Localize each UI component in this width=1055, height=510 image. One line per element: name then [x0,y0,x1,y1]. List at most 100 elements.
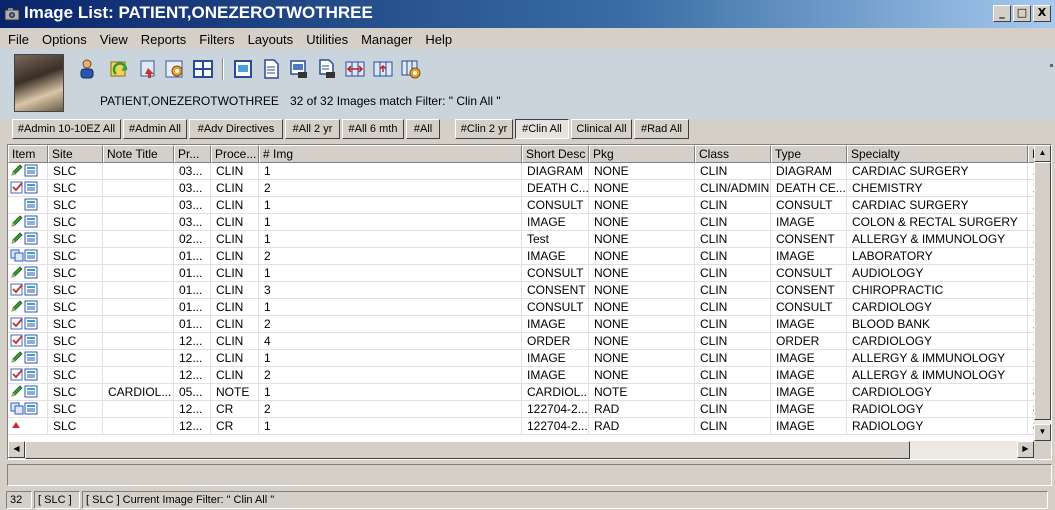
menu-file[interactable]: File [2,32,36,47]
table-row[interactable]: SLC CARDIOL... 05... NOTE 1 CARDIOL... NOTE CLI… [8,384,1034,401]
vertical-scroll-thumb[interactable] [1034,162,1051,420]
item-cell[interactable] [8,367,48,384]
column-header-short-desc[interactable]: Short Desc [522,145,589,163]
expand-columns-icon[interactable] [372,58,394,80]
column-header-specialty[interactable]: Specialty [847,145,1028,163]
column-settings-icon[interactable] [400,58,422,80]
table-row[interactable]: SLC 03... CLIN 1 IMAGE NONE CLIN IMAGE COLON & R… [8,214,1034,231]
table-row[interactable]: SLC 01... CLIN 2 IMAGE NONE CLIN IMAGE BLOOD BAN… [8,316,1034,333]
column-header-type[interactable]: Type [771,145,847,163]
table-row[interactable]: SLC 12... CR 2 122704-2... RAD CLIN IMAGE RADIOL… [8,401,1034,418]
desc-cell: CONSULT [522,299,589,316]
table-row[interactable]: SLC 12... CLIN 4 ORDER NONE CLIN ORDER CARDIOLOG… [8,333,1034,350]
document-icon[interactable] [260,58,282,80]
menu-layouts[interactable]: Layouts [242,32,301,47]
table-row[interactable]: SLC 01... CLIN 2 IMAGE NONE CLIN IMAGE LABORATOR… [8,248,1034,265]
refresh-icon[interactable] [108,58,130,80]
item-cell[interactable] [8,231,48,248]
filter-rad-all[interactable]: #Rad All [634,119,689,139]
item-cell[interactable] [8,248,48,265]
table-row[interactable]: SLC 01... CLIN 1 CONSULT NONE CLIN CONSULT AUDIO… [8,265,1034,282]
menu-filters[interactable]: Filters [193,32,241,47]
item-cell[interactable] [8,299,48,316]
export-icon[interactable] [138,58,160,80]
patient-icon[interactable] [76,58,98,80]
vertical-scrollbar[interactable]: ▲ ▼ [1034,145,1051,441]
item-cell[interactable] [8,214,48,231]
filter-all-6mth[interactable]: #All 6 mth [342,119,404,139]
table-row[interactable]: SLC 12... CR 1 122704-2... RAD CLIN IMAGE RADIOL… [8,418,1034,435]
item-cell[interactable] [8,265,48,282]
scroll-up-button[interactable]: ▲ [1034,145,1051,162]
column-header-procedure-date[interactable]: Pr... [174,145,211,163]
column-header-pkg[interactable]: Pkg [589,145,695,163]
column-header-class[interactable]: Class [695,145,771,163]
toolbar-grip [1050,64,1053,67]
filter-all-2yr[interactable]: #All 2 yr [285,119,340,139]
spec-cell: CARDIAC SURGERY [847,163,1028,180]
close-button[interactable]: X [1033,5,1051,22]
table-row[interactable]: SLC 12... CLIN 1 IMAGE NONE CLIN IMAGE ALLERGY &… [8,350,1034,367]
table-row[interactable]: SLC 03... CLIN 2 DEATH C... NONE CLIN/ADMIN DEA… [8,180,1034,197]
scroll-left-button[interactable]: ◀ [8,441,25,458]
item-cell[interactable] [8,197,48,214]
menu-manager[interactable]: Manager [355,32,419,47]
filter-admin-1010ez-all[interactable]: #Admin 10-10EZ All [12,119,121,139]
column-header-site[interactable]: Site [48,145,103,163]
column-header-image-count[interactable]: # Img [259,145,522,163]
item-cell[interactable] [8,384,48,401]
menu-options[interactable]: Options [36,32,94,47]
cls-cell: CLIN [695,316,771,333]
grid-layout-icon[interactable] [192,58,214,80]
menu-help[interactable]: Help [419,32,459,47]
cls-cell: CLIN [695,214,771,231]
item-cell[interactable] [8,180,48,197]
minimize-button[interactable]: _ [993,5,1011,22]
table-row[interactable]: SLC 12... CLIN 2 IMAGE NONE CLIN IMAGE ALLERGY &… [8,367,1034,384]
table-row[interactable]: SLC 01... CLIN 3 CONSENT NONE CLIN CONSENT CHIRO… [8,282,1034,299]
image-print-icon[interactable] [288,58,310,80]
horizontal-scrollbar[interactable]: ◀ ▶ [8,441,1034,459]
filter-clinical-all[interactable]: Clinical All [571,119,632,139]
pr-cell: 01... [174,265,211,282]
image-view-icon[interactable] [232,58,254,80]
document-icon [24,215,38,228]
table-row[interactable]: SLC 01... CLIN 1 CONSULT NONE CLIN CONSULT CARDI… [8,299,1034,316]
filter-all[interactable]: #All [406,119,440,139]
menu-utilities[interactable]: Utilities [300,32,355,47]
item-cell[interactable] [8,163,48,180]
desc-cell: CARDIOL... [522,384,589,401]
pkg-cell: NONE [589,316,695,333]
item-cell[interactable] [8,282,48,299]
image-list-grid[interactable]: Item Site Note Title Pr... Proce... # Im… [7,144,1052,460]
column-header-item[interactable]: Item [8,145,48,163]
document-print-icon[interactable] [316,58,338,80]
item-cell[interactable] [8,316,48,333]
table-row[interactable]: SLC 03... CLIN 1 DIAGRAM NONE CLIN DIAGRAM CARDI… [8,163,1034,180]
horizontal-scroll-thumb[interactable] [25,441,910,459]
scroll-down-button[interactable]: ▼ [1034,424,1051,441]
table-row[interactable]: SLC 02... CLIN 1 Test NONE CLIN CONSENT ALLERGY … [8,231,1034,248]
item-cell[interactable] [8,350,48,367]
item-cell[interactable] [8,401,48,418]
title-bar[interactable]: Image List: PATIENT,ONEZEROTWOTHREE _ □ … [0,0,1055,28]
filter-admin-all[interactable]: #Admin All [123,119,187,139]
filter-clin-2yr[interactable]: #Clin 2 yr [455,119,513,139]
column-header-procedure[interactable]: Proce... [211,145,259,163]
collapse-columns-icon[interactable] [344,58,366,80]
settings-icon[interactable] [164,58,186,80]
menu-reports[interactable]: Reports [135,32,194,47]
filter-clin-all[interactable]: #Clin All [515,119,569,139]
table-row[interactable]: SLC 03... CLIN 1 CONSULT NONE CLIN CONSULT CARDI… [8,197,1034,214]
menu-view[interactable]: View [94,32,135,47]
column-header-note-title[interactable]: Note Title [103,145,174,163]
patient-photo[interactable] [14,54,64,112]
proc-cell: CLIN [211,316,259,333]
maximize-button[interactable]: □ [1013,5,1031,22]
item-cell[interactable] [8,418,48,435]
type-cell: ORDER [771,333,847,350]
scroll-right-button[interactable]: ▶ [1017,441,1034,458]
filter-adv-directives[interactable]: #Adv Directives [189,119,283,139]
item-cell[interactable] [8,333,48,350]
pkg-cell: NONE [589,214,695,231]
